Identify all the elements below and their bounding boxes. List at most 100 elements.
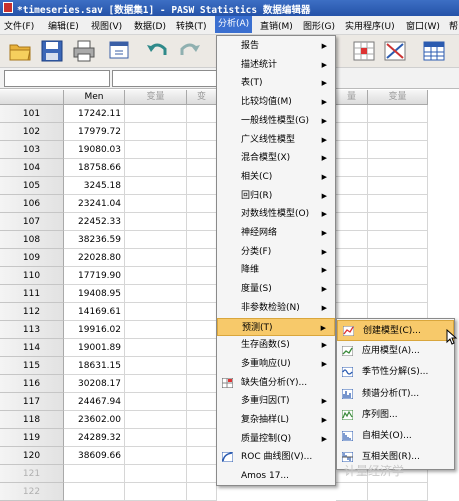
empty-cell[interactable] bbox=[336, 213, 368, 231]
empty-cell[interactable] bbox=[125, 447, 187, 465]
empty-cell[interactable] bbox=[187, 159, 217, 177]
empty-cell[interactable] bbox=[125, 321, 187, 339]
row-header[interactable]: 121 bbox=[0, 465, 64, 483]
row-header[interactable]: 115 bbox=[0, 357, 64, 375]
row-header[interactable]: 106 bbox=[0, 195, 64, 213]
analyze-menu-item[interactable]: 质量控制(Q) ▶ bbox=[217, 430, 335, 449]
select-cases-icon[interactable] bbox=[352, 39, 376, 63]
analyze-menu-item[interactable]: 非参数检验(N) ▶ bbox=[217, 299, 335, 318]
empty-cell[interactable] bbox=[368, 231, 428, 249]
weight-cases-icon[interactable] bbox=[383, 39, 407, 63]
men-value-cell[interactable]: 38236.59 bbox=[64, 231, 125, 249]
empty-cell[interactable] bbox=[187, 123, 217, 141]
column-header-var[interactable]: 变量 bbox=[125, 90, 187, 105]
row-header[interactable]: 110 bbox=[0, 267, 64, 285]
row-header[interactable]: 101 bbox=[0, 105, 64, 123]
empty-cell[interactable] bbox=[187, 213, 217, 231]
empty-cell[interactable] bbox=[187, 429, 217, 447]
empty-cell[interactable] bbox=[368, 159, 428, 177]
empty-cell[interactable] bbox=[187, 447, 217, 465]
empty-cell[interactable] bbox=[187, 231, 217, 249]
empty-cell[interactable] bbox=[368, 141, 428, 159]
men-value-cell[interactable]: 24467.94 bbox=[64, 393, 125, 411]
forecast-menu-item[interactable]: 频谱分析(T)... bbox=[337, 384, 454, 405]
print-icon[interactable] bbox=[72, 39, 96, 63]
empty-cell[interactable] bbox=[187, 411, 217, 429]
undo-icon[interactable] bbox=[145, 39, 169, 63]
analyze-menu-item[interactable]: Amos 17... bbox=[217, 467, 335, 486]
men-value-cell[interactable] bbox=[64, 465, 125, 483]
empty-cell[interactable] bbox=[187, 285, 217, 303]
empty-cell[interactable] bbox=[187, 465, 217, 483]
men-value-cell[interactable]: 22452.33 bbox=[64, 213, 125, 231]
analyze-menu-item[interactable]: 报告 ▶ bbox=[217, 37, 335, 56]
menu-window[interactable]: 窗口(W) bbox=[406, 19, 440, 32]
empty-cell[interactable] bbox=[125, 249, 187, 267]
analyze-menu-item[interactable]: 比较均值(M) ▶ bbox=[217, 93, 335, 112]
empty-cell[interactable] bbox=[336, 141, 368, 159]
column-header-var[interactable]: 变 bbox=[187, 90, 217, 105]
row-header[interactable]: 120 bbox=[0, 447, 64, 465]
cell-value-box[interactable] bbox=[112, 70, 222, 87]
cell-name-box[interactable] bbox=[4, 70, 110, 87]
empty-cell[interactable] bbox=[368, 177, 428, 195]
column-header-men[interactable]: Men bbox=[64, 90, 125, 105]
empty-cell[interactable] bbox=[187, 105, 217, 123]
row-header[interactable]: 104 bbox=[0, 159, 64, 177]
row-header[interactable]: 102 bbox=[0, 123, 64, 141]
row-header[interactable]: 111 bbox=[0, 285, 64, 303]
men-value-cell[interactable]: 18631.15 bbox=[64, 357, 125, 375]
men-value-cell[interactable]: 17979.72 bbox=[64, 123, 125, 141]
save-icon[interactable] bbox=[40, 39, 64, 63]
row-header[interactable]: 108 bbox=[0, 231, 64, 249]
men-value-cell[interactable]: 19408.95 bbox=[64, 285, 125, 303]
empty-cell[interactable] bbox=[125, 267, 187, 285]
empty-cell[interactable] bbox=[125, 357, 187, 375]
menu-utilities[interactable]: 实用程序(U) bbox=[345, 19, 395, 32]
empty-cell[interactable] bbox=[125, 375, 187, 393]
analyze-menu-item[interactable]: 回归(R) ▶ bbox=[217, 187, 335, 206]
empty-cell[interactable] bbox=[125, 429, 187, 447]
menu-help[interactable]: 帮 bbox=[449, 19, 458, 32]
empty-cell[interactable] bbox=[187, 357, 217, 375]
analyze-menu-item[interactable]: 相关(C) ▶ bbox=[217, 168, 335, 187]
menu-edit[interactable]: 编辑(E) bbox=[48, 19, 79, 32]
column-header-var[interactable]: 变量 bbox=[368, 90, 428, 105]
empty-cell[interactable] bbox=[187, 393, 217, 411]
row-header[interactable]: 117 bbox=[0, 393, 64, 411]
empty-cell[interactable] bbox=[125, 303, 187, 321]
empty-cell[interactable] bbox=[336, 105, 368, 123]
empty-cell[interactable] bbox=[187, 339, 217, 357]
analyze-menu-item[interactable]: 表(T) ▶ bbox=[217, 74, 335, 93]
empty-cell[interactable] bbox=[336, 267, 368, 285]
empty-cell[interactable] bbox=[125, 231, 187, 249]
analyze-menu-item[interactable]: 广义线性模型 ▶ bbox=[217, 131, 335, 150]
empty-cell[interactable] bbox=[336, 123, 368, 141]
row-header[interactable]: 107 bbox=[0, 213, 64, 231]
empty-cell[interactable] bbox=[187, 195, 217, 213]
row-header[interactable]: 113 bbox=[0, 321, 64, 339]
row-header[interactable]: 118 bbox=[0, 411, 64, 429]
men-value-cell[interactable]: 17719.90 bbox=[64, 267, 125, 285]
analyze-menu-item[interactable]: 对数线性模型(O) ▶ bbox=[217, 205, 335, 224]
empty-cell[interactable] bbox=[368, 123, 428, 141]
analyze-menu-item[interactable]: 描述统计 ▶ bbox=[217, 56, 335, 75]
men-value-cell[interactable]: 23241.04 bbox=[64, 195, 125, 213]
analyze-menu-item[interactable]: 神经网络 ▶ bbox=[217, 224, 335, 243]
empty-cell[interactable] bbox=[125, 159, 187, 177]
menu-analyze[interactable]: 分析(A) bbox=[215, 16, 253, 33]
empty-cell[interactable] bbox=[125, 285, 187, 303]
men-value-cell[interactable]: 17242.11 bbox=[64, 105, 125, 123]
menu-direct-marketing[interactable]: 直销(M) bbox=[260, 19, 293, 32]
empty-cell[interactable] bbox=[368, 267, 428, 285]
empty-cell[interactable] bbox=[125, 195, 187, 213]
men-value-cell[interactable]: 24289.32 bbox=[64, 429, 125, 447]
empty-cell[interactable] bbox=[187, 375, 217, 393]
analyze-menu-item[interactable]: 一般线性模型(G) ▶ bbox=[217, 112, 335, 131]
empty-cell[interactable] bbox=[125, 213, 187, 231]
analyze-menu-item[interactable]: 混合模型(X) ▶ bbox=[217, 149, 335, 168]
empty-cell[interactable] bbox=[125, 393, 187, 411]
forecast-menu-item[interactable]: 序列图... bbox=[337, 405, 454, 426]
empty-cell[interactable] bbox=[125, 105, 187, 123]
analyze-menu-item[interactable]: 多重归因(T) ▶ bbox=[217, 392, 335, 411]
